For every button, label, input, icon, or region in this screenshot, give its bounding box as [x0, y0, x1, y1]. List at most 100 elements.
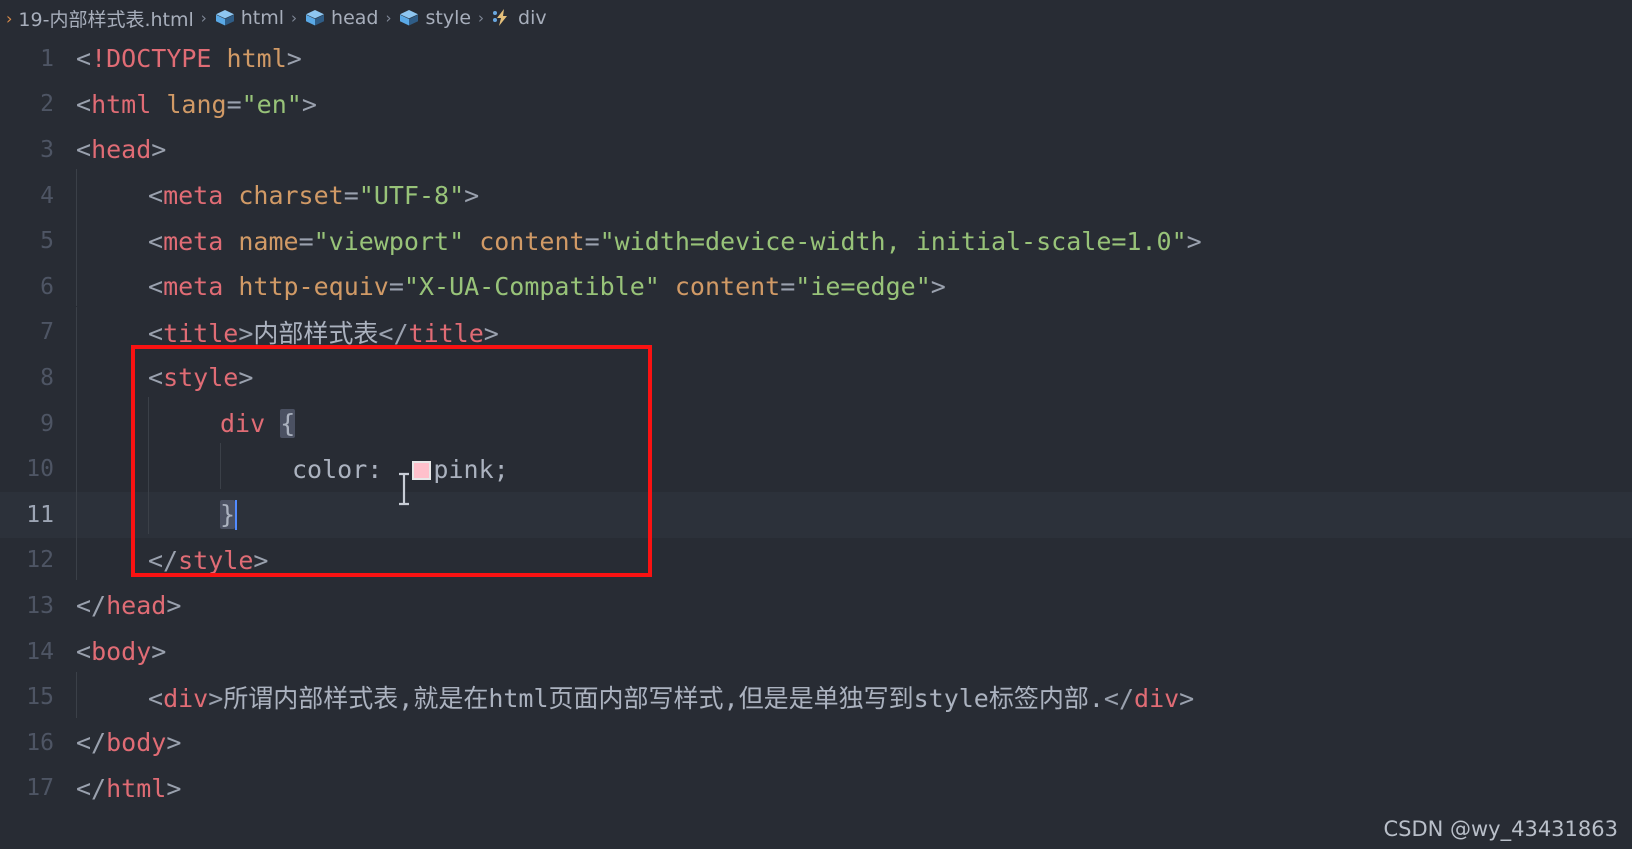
equals-sign: = — [388, 272, 404, 302]
breadcrumb-style-label: style — [425, 7, 472, 29]
css-open-brace: { — [280, 409, 296, 439]
angle-bracket: > — [238, 363, 254, 393]
line-number: 2 — [40, 91, 54, 118]
line-content[interactable]: </head> — [72, 591, 1632, 620]
angle-bracket: < — [76, 135, 92, 165]
code-line-active[interactable]: 11 } — [0, 487, 1632, 538]
indent-guide — [76, 397, 112, 444]
attribute-value: "X-UA-Compatible" — [403, 272, 660, 302]
title-text: 内部样式表 — [253, 319, 379, 349]
code-line[interactable]: 9 div { — [0, 397, 1632, 447]
angle-bracket: > — [151, 637, 167, 667]
line-content[interactable]: } — [72, 487, 1632, 534]
div-text-content: 所谓内部样式表,就是在html页面内部写样式,但是是单独写到style标签内部. — [223, 684, 1104, 714]
angle-bracket: </ — [378, 319, 409, 349]
breadcrumb-item-head[interactable]: head — [304, 7, 378, 29]
angle-bracket: > — [930, 272, 946, 302]
indent-guide — [76, 487, 112, 534]
code-line[interactable]: 12 </style> — [0, 533, 1632, 584]
line-content[interactable]: <meta charset="UTF-8"> — [72, 169, 1632, 216]
tag-name: html — [91, 89, 152, 119]
tag-name: body — [106, 728, 167, 758]
code-line[interactable]: 7 <title>内部样式表</title> — [0, 307, 1632, 356]
line-content[interactable]: <meta http-equiv="X-UA-Compatible" conte… — [72, 260, 1632, 307]
code-line[interactable]: 5 <meta name="viewport" content="width=d… — [0, 214, 1632, 264]
breadcrumb-item-file[interactable]: 19-内部样式表.html — [18, 5, 193, 32]
angle-bracket: > — [166, 591, 182, 621]
line-content[interactable]: <title>内部样式表</title> — [72, 307, 1632, 354]
code-line[interactable]: 6 <meta http-equiv="X-UA-Compatible" con… — [0, 260, 1632, 310]
equals-sign: = — [780, 272, 796, 302]
code-line[interactable]: 16 </body> — [0, 720, 1632, 766]
cube-icon — [214, 7, 236, 29]
angle-bracket: < — [148, 226, 164, 256]
tag-name: title — [163, 319, 239, 349]
indent-guide — [76, 533, 112, 580]
equals-sign: = — [343, 181, 359, 211]
code-editor[interactable]: 1 <!DOCTYPE html> 2 <html lang="en"> 3 <… — [0, 36, 1632, 849]
angle-bracket: > — [464, 181, 480, 211]
breadcrumb-item-div[interactable]: div — [491, 7, 547, 29]
indent-guide — [76, 351, 112, 398]
line-number-active: 11 — [26, 501, 54, 528]
line-content[interactable]: <div>所谓内部样式表,就是在html页面内部写样式,但是是单独写到style… — [72, 672, 1632, 719]
code-line[interactable]: 4 <meta charset="UTF-8"> — [0, 169, 1632, 219]
code-line[interactable]: 8 <style> — [0, 351, 1632, 401]
breadcrumb-separator: › — [291, 9, 298, 27]
breadcrumb-html-label: html — [240, 7, 285, 29]
angle-bracket: </ — [76, 773, 107, 803]
breadcrumb-item-style[interactable]: style — [398, 7, 471, 29]
tag-name: title — [408, 319, 484, 349]
doctype-value: html — [226, 44, 287, 74]
line-number: 16 — [26, 729, 54, 756]
angle-bracket: > — [208, 684, 224, 714]
code-line[interactable]: 13 </head> — [0, 583, 1632, 629]
line-number: 5 — [40, 228, 54, 255]
attribute-value: "width=device-width, initial-scale=1.0" — [599, 226, 1187, 256]
breadcrumb-head-label: head — [331, 7, 379, 29]
angle-bracket: < — [148, 272, 164, 302]
line-content[interactable]: </style> — [72, 533, 1632, 580]
line-content[interactable]: <html lang="en"> — [72, 90, 1632, 119]
angle-bracket: > — [1179, 684, 1195, 714]
angle-bracket: > — [253, 545, 269, 575]
code-line[interactable]: 14 <body> — [0, 629, 1632, 675]
line-content[interactable]: <body> — [72, 637, 1632, 666]
line-content[interactable]: <!DOCTYPE html> — [72, 44, 1632, 73]
code-line[interactable]: 2 <html lang="en"> — [0, 82, 1632, 128]
line-content[interactable]: </html> — [72, 774, 1632, 803]
breadcrumb-item-html[interactable]: html — [214, 7, 284, 29]
tag-name: head — [91, 135, 152, 165]
color-swatch-icon[interactable] — [412, 460, 432, 480]
line-content[interactable]: color: pink; — [72, 442, 1632, 489]
line-content[interactable]: <style> — [72, 351, 1632, 398]
attribute-value: "UTF-8" — [358, 181, 465, 211]
code-line[interactable]: 15 <div>所谓内部样式表,就是在html页面内部写样式,但是是单独写到st… — [0, 672, 1632, 720]
angle-bracket: > — [151, 135, 167, 165]
equals-sign: = — [298, 226, 314, 256]
code-line[interactable]: 3 <head> — [0, 127, 1632, 173]
tag-name: div — [1134, 684, 1180, 714]
breadcrumb-div-label: div — [518, 7, 547, 29]
doctype-token: !DOCTYPE — [91, 44, 212, 74]
angle-bracket: > — [286, 44, 302, 74]
line-number: 3 — [40, 136, 54, 163]
breadcrumb-root-chevron-icon[interactable]: › — [6, 9, 12, 28]
breadcrumb-file-label: 19-内部样式表.html — [18, 8, 194, 31]
code-line[interactable]: 17 </html> — [0, 766, 1632, 812]
code-line[interactable]: 1 <!DOCTYPE html> — [0, 36, 1632, 82]
line-number: 7 — [40, 319, 54, 346]
line-content[interactable]: div { — [72, 397, 1632, 444]
line-content[interactable]: <head> — [72, 135, 1632, 164]
code-line[interactable]: 10 color: pink; — [0, 442, 1632, 492]
line-content[interactable]: <meta name="viewport" content="width=dev… — [72, 214, 1632, 261]
line-content[interactable]: </body> — [72, 728, 1632, 757]
angle-bracket: </ — [148, 545, 179, 575]
attribute-name: content — [479, 226, 585, 256]
css-value: pink; — [433, 454, 509, 484]
indent-guide — [76, 214, 112, 261]
attribute-name: http-equiv — [238, 272, 389, 302]
